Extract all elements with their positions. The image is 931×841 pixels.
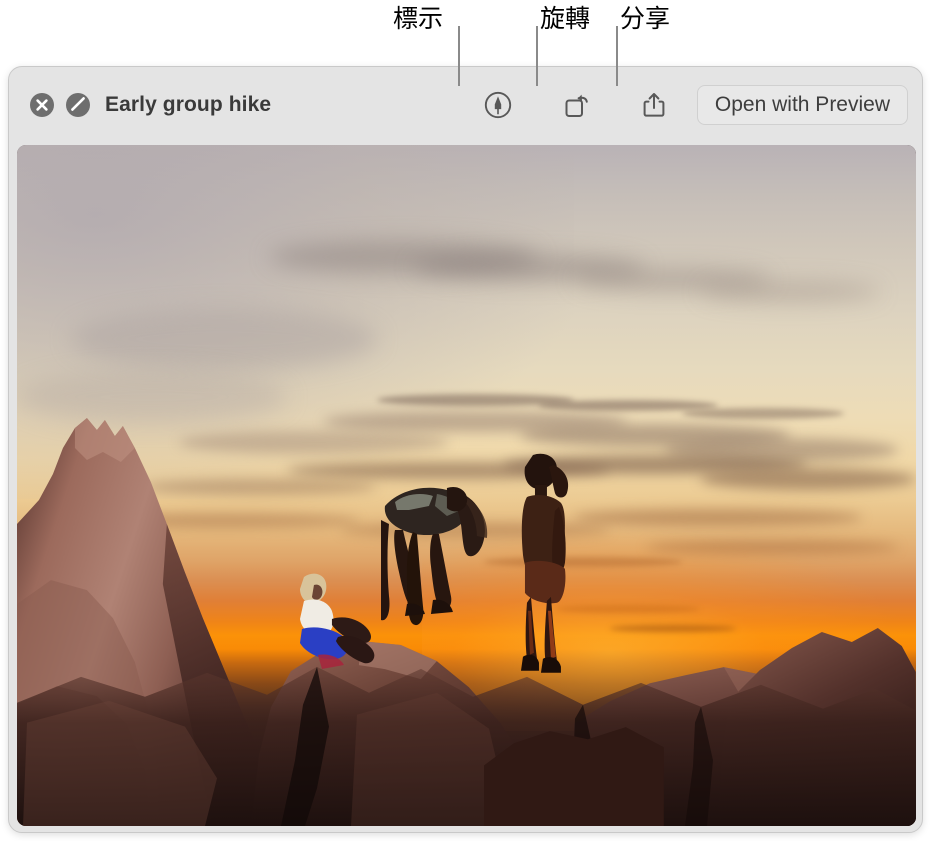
callout-leader-line-markup	[458, 26, 460, 86]
rock-front-cap	[484, 727, 665, 826]
quick-look-fullscreen-icon	[66, 93, 90, 117]
quick-look-toolbar: Early group hike Open with Preview	[9, 67, 922, 143]
open-with-preview-button[interactable]: Open with Preview	[696, 85, 908, 125]
cloud	[538, 399, 719, 411]
cloud	[646, 539, 899, 554]
rock-foreground-mass	[17, 666, 916, 826]
close-circle-icon	[30, 93, 54, 117]
figure-seated-hiker	[300, 573, 375, 669]
window-title: Early group hike	[105, 93, 272, 116]
markup-button[interactable]	[481, 88, 515, 122]
cloud	[70, 308, 377, 370]
share-button[interactable]	[637, 88, 671, 122]
figure-crouching-hiker	[381, 486, 488, 625]
callout-leader-line-share	[616, 26, 618, 86]
rotate-left-icon	[565, 94, 588, 117]
figure-standing-hiker	[520, 454, 569, 674]
photo-frame	[17, 145, 916, 826]
quick-look-window: Early group hike Open with Preview	[8, 66, 923, 833]
cloud	[574, 509, 863, 526]
share-arrow-up-icon	[643, 93, 665, 117]
toolbar-actions: Open with Preview	[481, 85, 908, 125]
close-button[interactable]	[29, 92, 55, 118]
markup-pen-icon	[484, 91, 512, 119]
callout-annotations: 標示 旋轉 分享	[0, 0, 931, 86]
cloud	[700, 281, 881, 302]
callout-leader-line-rotate	[536, 26, 538, 86]
callout-label-share: 分享	[620, 4, 671, 33]
open-with-preview-label: Open with Preview	[714, 93, 890, 116]
callout-label-rotate: 旋轉	[540, 4, 591, 33]
photo-image	[17, 145, 916, 826]
fullscreen-button[interactable]	[65, 92, 91, 118]
callout-label-markup: 標示	[393, 4, 444, 33]
rotate-button[interactable]	[559, 88, 593, 122]
cloud	[682, 407, 845, 419]
